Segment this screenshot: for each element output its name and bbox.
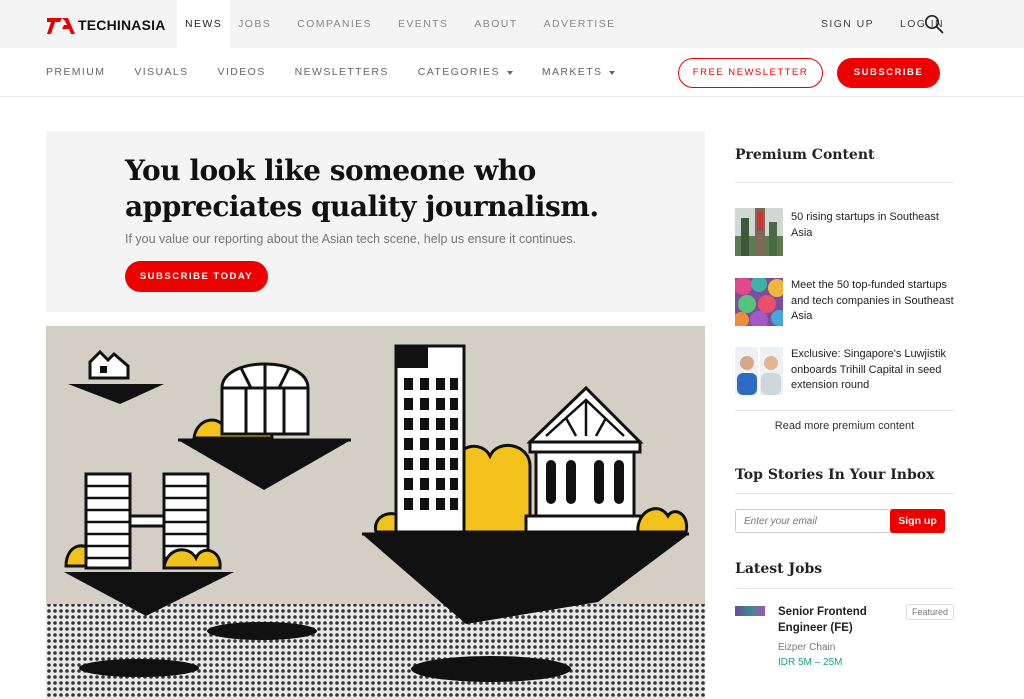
sidebar: Premium Content 50 rising startups in So…: [735, 131, 954, 668]
nav-categories-label: CATEGORIES: [417, 66, 500, 78]
search-icon[interactable]: [924, 14, 944, 34]
premium-item-title: Meet the 50 top-funded startups and tech…: [791, 279, 954, 322]
divider: [735, 182, 954, 183]
nav-jobs[interactable]: JOBS: [230, 0, 279, 48]
newsletter-signup-button[interactable]: Sign up: [890, 509, 945, 533]
floating-islands-illustration: [46, 326, 705, 699]
premium-item-title: 50 rising startups in Southeast Asia: [791, 211, 939, 239]
premium-item-thumbnail: [735, 278, 783, 326]
premium-content-heading: Premium Content: [735, 147, 875, 163]
premium-item[interactable]: Exclusive: Singapore's Luwjistik onboard…: [735, 347, 954, 395]
section-nav: PREMIUM VISUALS VIDEOS NEWSLETTERS CATEG…: [46, 48, 644, 97]
sign-up-link[interactable]: SIGN UP: [821, 0, 874, 48]
company-logo: [735, 606, 765, 616]
read-more-premium-link[interactable]: Read more premium content: [735, 420, 954, 432]
account-links: SIGN UP LOG IN: [795, 0, 944, 48]
free-newsletter-button[interactable]: FREE NEWSLETTER: [678, 58, 823, 88]
nav-premium-label: PREMIUM: [46, 66, 106, 78]
nav-companies[interactable]: COMPANIES: [289, 0, 380, 48]
nav-visuals[interactable]: VISUALS: [134, 48, 188, 97]
nav-markets-dropdown[interactable]: MARKETS: [542, 48, 616, 97]
job-company: Eizper Chain: [778, 642, 836, 653]
hero-illustration[interactable]: [46, 326, 705, 699]
techinasia-logo-icon: [47, 18, 75, 34]
promo-body: If you value our reporting about the Asi…: [125, 232, 576, 246]
job-title: Senior Frontend Engineer (FE): [778, 606, 867, 634]
inbox-heading: Top Stories In Your Inbox: [735, 467, 935, 483]
nav-about[interactable]: ABOUT: [466, 0, 525, 48]
logo-text: TECHINASIA: [78, 17, 166, 33]
job-listing[interactable]: Senior Frontend Engineer (FE) Eizper Cha…: [735, 604, 954, 668]
nav-categories-dropdown[interactable]: CATEGORIES: [418, 48, 513, 97]
email-input[interactable]: [735, 509, 892, 533]
nav-visuals-label: VISUALS: [134, 66, 189, 78]
premium-item[interactable]: 50 rising startups in Southeast Asia: [735, 208, 954, 256]
nav-markets-label: MARKETS: [541, 66, 603, 78]
divider: [735, 588, 954, 589]
job-details: Senior Frontend Engineer (FE) Eizper Cha…: [778, 604, 888, 668]
newsletter-signup-form: Sign up: [735, 509, 954, 533]
techinasia-logo[interactable]: TECHINASIA: [46, 14, 166, 36]
premium-item[interactable]: Meet the 50 top-funded startups and tech…: [735, 278, 954, 326]
chevron-down-icon: [609, 70, 616, 75]
latest-jobs-heading: Latest Jobs: [735, 561, 823, 577]
nav-videos-label: VIDEOS: [217, 66, 266, 78]
subscription-promo: You look like someone who appreciates qu…: [46, 131, 705, 312]
premium-item-title: Exclusive: Singapore's Luwjistik onboard…: [791, 348, 946, 391]
top-navigation-bar: TECHINASIA NEWS JOBS COMPANIES EVENTS AB…: [0, 0, 1024, 48]
divider: [735, 410, 954, 411]
nav-advertise[interactable]: ADVERTISE: [536, 0, 624, 48]
nav-news[interactable]: NEWS: [177, 0, 231, 48]
nav-newsletters-label: NEWSLETTERS: [294, 66, 389, 78]
premium-item-thumbnail: [735, 208, 783, 256]
premium-item-thumbnail: [735, 347, 783, 395]
nav-newsletters[interactable]: NEWSLETTERS: [295, 48, 389, 97]
nav-premium[interactable]: PREMIUM: [46, 48, 105, 97]
nav-events[interactable]: EVENTS: [390, 0, 456, 48]
nav-videos[interactable]: VIDEOS: [218, 48, 266, 97]
subscribe-today-button[interactable]: SUBSCRIBE TODAY: [125, 261, 268, 292]
job-salary: IDR 5M – 25M: [778, 657, 843, 668]
featured-badge: Featured: [905, 604, 954, 620]
chevron-down-icon: [506, 70, 513, 75]
main-nav: NEWS JOBS COMPANIES EVENTS ABOUT ADVERTI…: [177, 0, 624, 48]
subscribe-button[interactable]: SUBSCRIBE: [837, 58, 940, 88]
promo-headline: You look like someone who appreciates qu…: [125, 154, 599, 223]
divider: [735, 493, 954, 494]
